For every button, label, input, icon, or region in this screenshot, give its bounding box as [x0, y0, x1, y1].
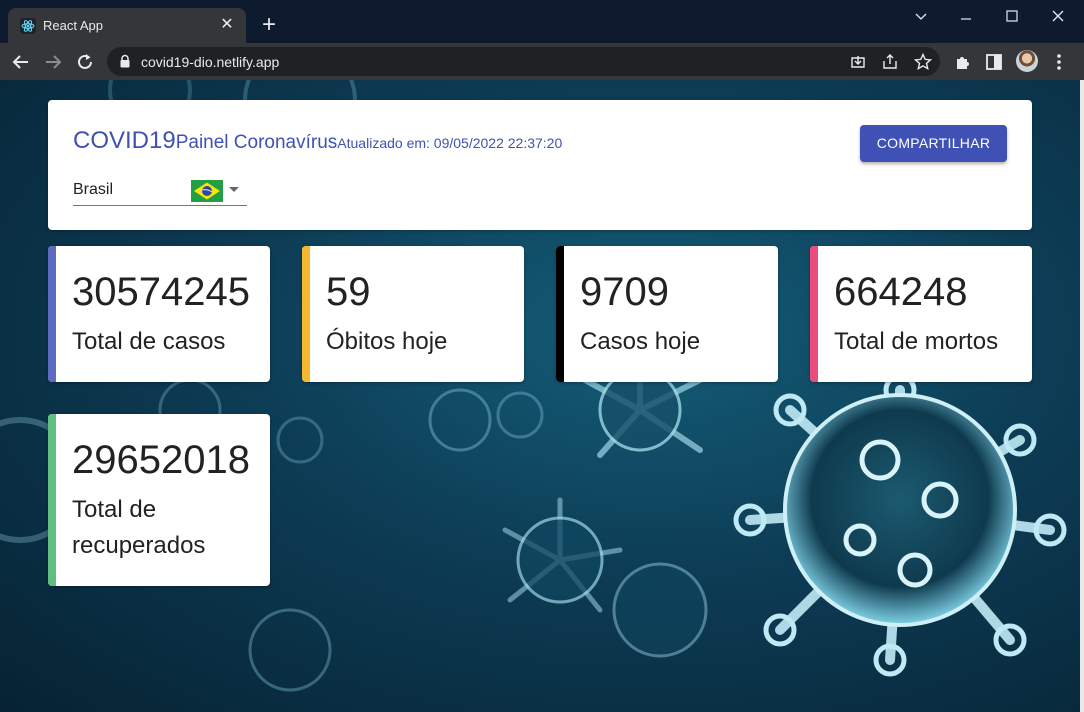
stat-value: 9709: [580, 270, 669, 314]
stat-accent-bar: [556, 246, 564, 382]
stat-value: 29652018: [72, 438, 250, 482]
stat-label: Casos hoje: [580, 328, 701, 355]
stat-card-total-recovered: 29652018 Total de recuperados: [48, 414, 270, 586]
updated-timestamp: Atualizado em: 09/05/2022 22:37:20: [337, 135, 563, 151]
share-button[interactable]: COMPARTILHAR: [860, 125, 1007, 162]
tab-close-icon[interactable]: ✕: [218, 15, 236, 35]
browser-titlebar: React App ✕ +: [0, 0, 1084, 43]
stat-card-cases-today: 9709 Casos hoje: [556, 246, 778, 382]
install-app-icon[interactable]: [848, 52, 868, 72]
brand-subtitle: Painel Coronavírus: [175, 132, 338, 153]
stat-label: Óbitos hoje: [326, 328, 448, 355]
stat-accent-bar: [48, 246, 56, 382]
stat-card-total-deaths: 664248 Total de mortos: [810, 246, 1032, 382]
header-card: COVID19Painel CoronavírusAtualizado em: …: [48, 100, 1032, 230]
page-viewport: COVID19Painel CoronavírusAtualizado em: …: [0, 80, 1080, 712]
back-icon[interactable]: [9, 50, 33, 74]
country-select[interactable]: Brasil: [73, 176, 247, 206]
stat-label: Total de mortos: [834, 328, 999, 355]
browser-toolbar: covid19-dio.netlify.app: [0, 43, 1084, 80]
react-favicon-icon: [20, 18, 36, 34]
tab-search-icon[interactable]: [906, 5, 936, 27]
lock-icon: [120, 54, 130, 68]
close-window-icon[interactable]: [1043, 5, 1073, 27]
stat-accent-bar: [302, 246, 310, 382]
browser-tab[interactable]: React App ✕: [8, 8, 246, 43]
stat-card-deaths-today: 59 Óbitos hoje: [302, 246, 524, 382]
brazil-flag-icon: [191, 180, 223, 202]
scrollbar[interactable]: [1080, 80, 1084, 712]
bookmark-star-icon[interactable]: [913, 52, 933, 72]
menu-dots-icon[interactable]: [1048, 51, 1070, 73]
new-tab-icon[interactable]: +: [258, 13, 280, 37]
stat-value: 30574245: [72, 270, 250, 314]
maximize-icon[interactable]: [997, 5, 1027, 27]
stat-accent-bar: [810, 246, 818, 382]
stat-label: Total de casos: [72, 328, 226, 355]
stat-card-total-cases: 30574245 Total de casos: [48, 246, 270, 382]
stat-accent-bar: [48, 414, 56, 586]
profile-avatar[interactable]: [1016, 50, 1038, 72]
stat-value: 59: [326, 270, 371, 314]
minimize-icon[interactable]: [951, 5, 981, 27]
extensions-icon[interactable]: [952, 51, 974, 73]
reload-icon[interactable]: [73, 50, 97, 74]
share-icon[interactable]: [880, 52, 900, 72]
url-text: covid19-dio.netlify.app: [141, 54, 280, 70]
side-panel-icon[interactable]: [983, 51, 1005, 73]
stat-value: 664248: [834, 270, 968, 314]
stat-label: Total de recuperados: [72, 496, 206, 559]
address-bar[interactable]: covid19-dio.netlify.app: [107, 47, 940, 76]
page-title: COVID19Painel CoronavírusAtualizado em: …: [73, 127, 562, 155]
tab-title: React App: [43, 18, 103, 33]
brand-title: COVID19: [73, 127, 176, 154]
forward-icon[interactable]: [41, 50, 65, 74]
chevron-down-icon[interactable]: [229, 187, 239, 192]
country-select-value: Brasil: [73, 181, 114, 198]
